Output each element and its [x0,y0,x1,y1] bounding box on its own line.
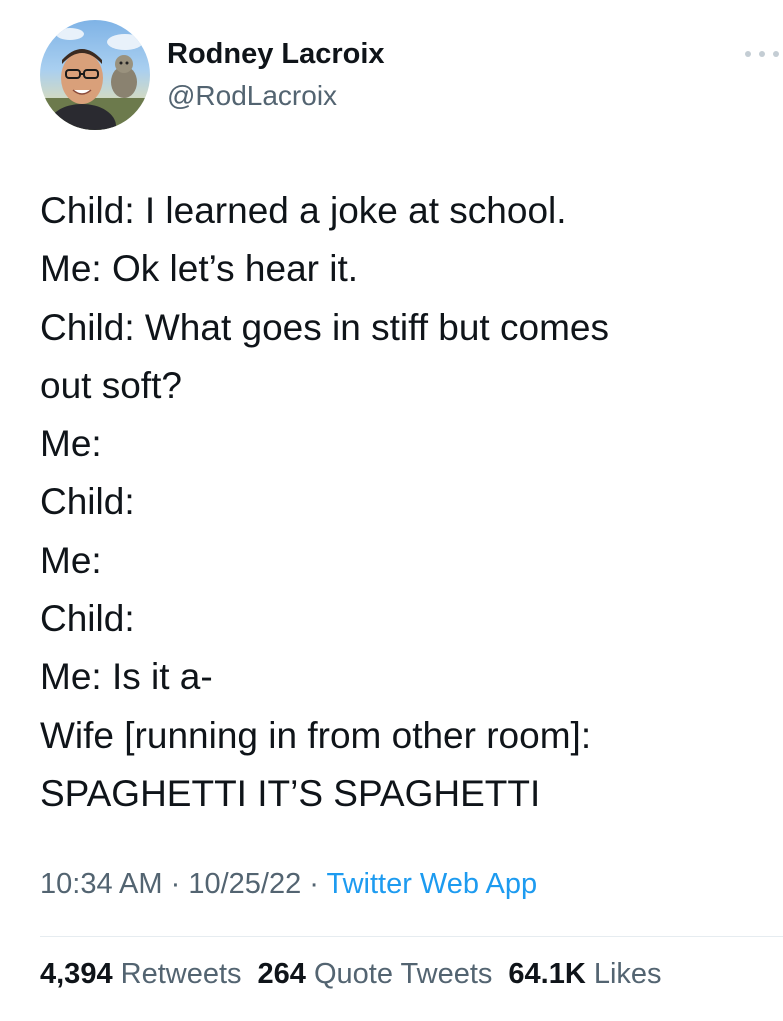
author-name[interactable]: Rodney Lacroix [167,38,385,71]
quote-tweets-count: 264 [257,958,306,990]
tweet-line: Child: [40,598,135,640]
tweet-stats: 4,394 Retweets 264 Quote Tweets 64.1K Like… [40,958,662,991]
tweet-date[interactable]: 10/25/22 [188,868,301,900]
tweet-line: Child: [40,481,135,523]
meta-separator: · [162,868,189,900]
tweet-line: Child: I learned a joke at school. [40,190,567,231]
tweet-line: Me: Ok let’s hear it. [40,248,359,290]
likes-stat[interactable]: 64.1K Likes [508,958,661,990]
tweet-line: Me: Is it a- [40,656,213,698]
tweet-line: Child: What goes in stiff but comes [40,306,609,348]
tweet-meta: 10:34 AM · 10/25/22 · Twitter Web App [40,868,537,901]
avatar[interactable] [40,20,150,130]
tweet-line: Me: [40,539,102,581]
quote-tweets-label: Quote Tweets [313,958,493,990]
tweet: Rodney Lacroix @RodLacroix Child: I lear… [0,0,783,1021]
retweets-stat[interactable]: 4,394 Retweets [40,958,242,990]
more-horizontal-icon[interactable] [745,44,779,64]
tweet-text: Child: I learned a joke at school. Me: O… [40,182,750,823]
author-handle[interactable]: @RodLacroix [167,80,337,112]
likes-label: Likes [593,958,662,990]
likes-count: 64.1K [508,958,586,990]
tweet-time[interactable]: 10:34 AM [40,868,163,900]
tweet-line: Me: [40,423,102,465]
divider [40,936,783,937]
tweet-line: Wife [running in from other room]: [40,714,592,756]
tweet-line: SPAGHETTI IT’S SPAGHETTI [40,772,541,814]
avatar-photo [40,28,150,130]
quote-tweets-stat[interactable]: 264 Quote Tweets [258,958,493,990]
meta-separator: · [301,868,327,900]
tweet-source-link[interactable]: Twitter Web App [326,868,537,900]
retweets-label: Retweets [120,958,242,990]
retweets-count: 4,394 [40,958,113,990]
tweet-line: out soft? [40,364,182,406]
